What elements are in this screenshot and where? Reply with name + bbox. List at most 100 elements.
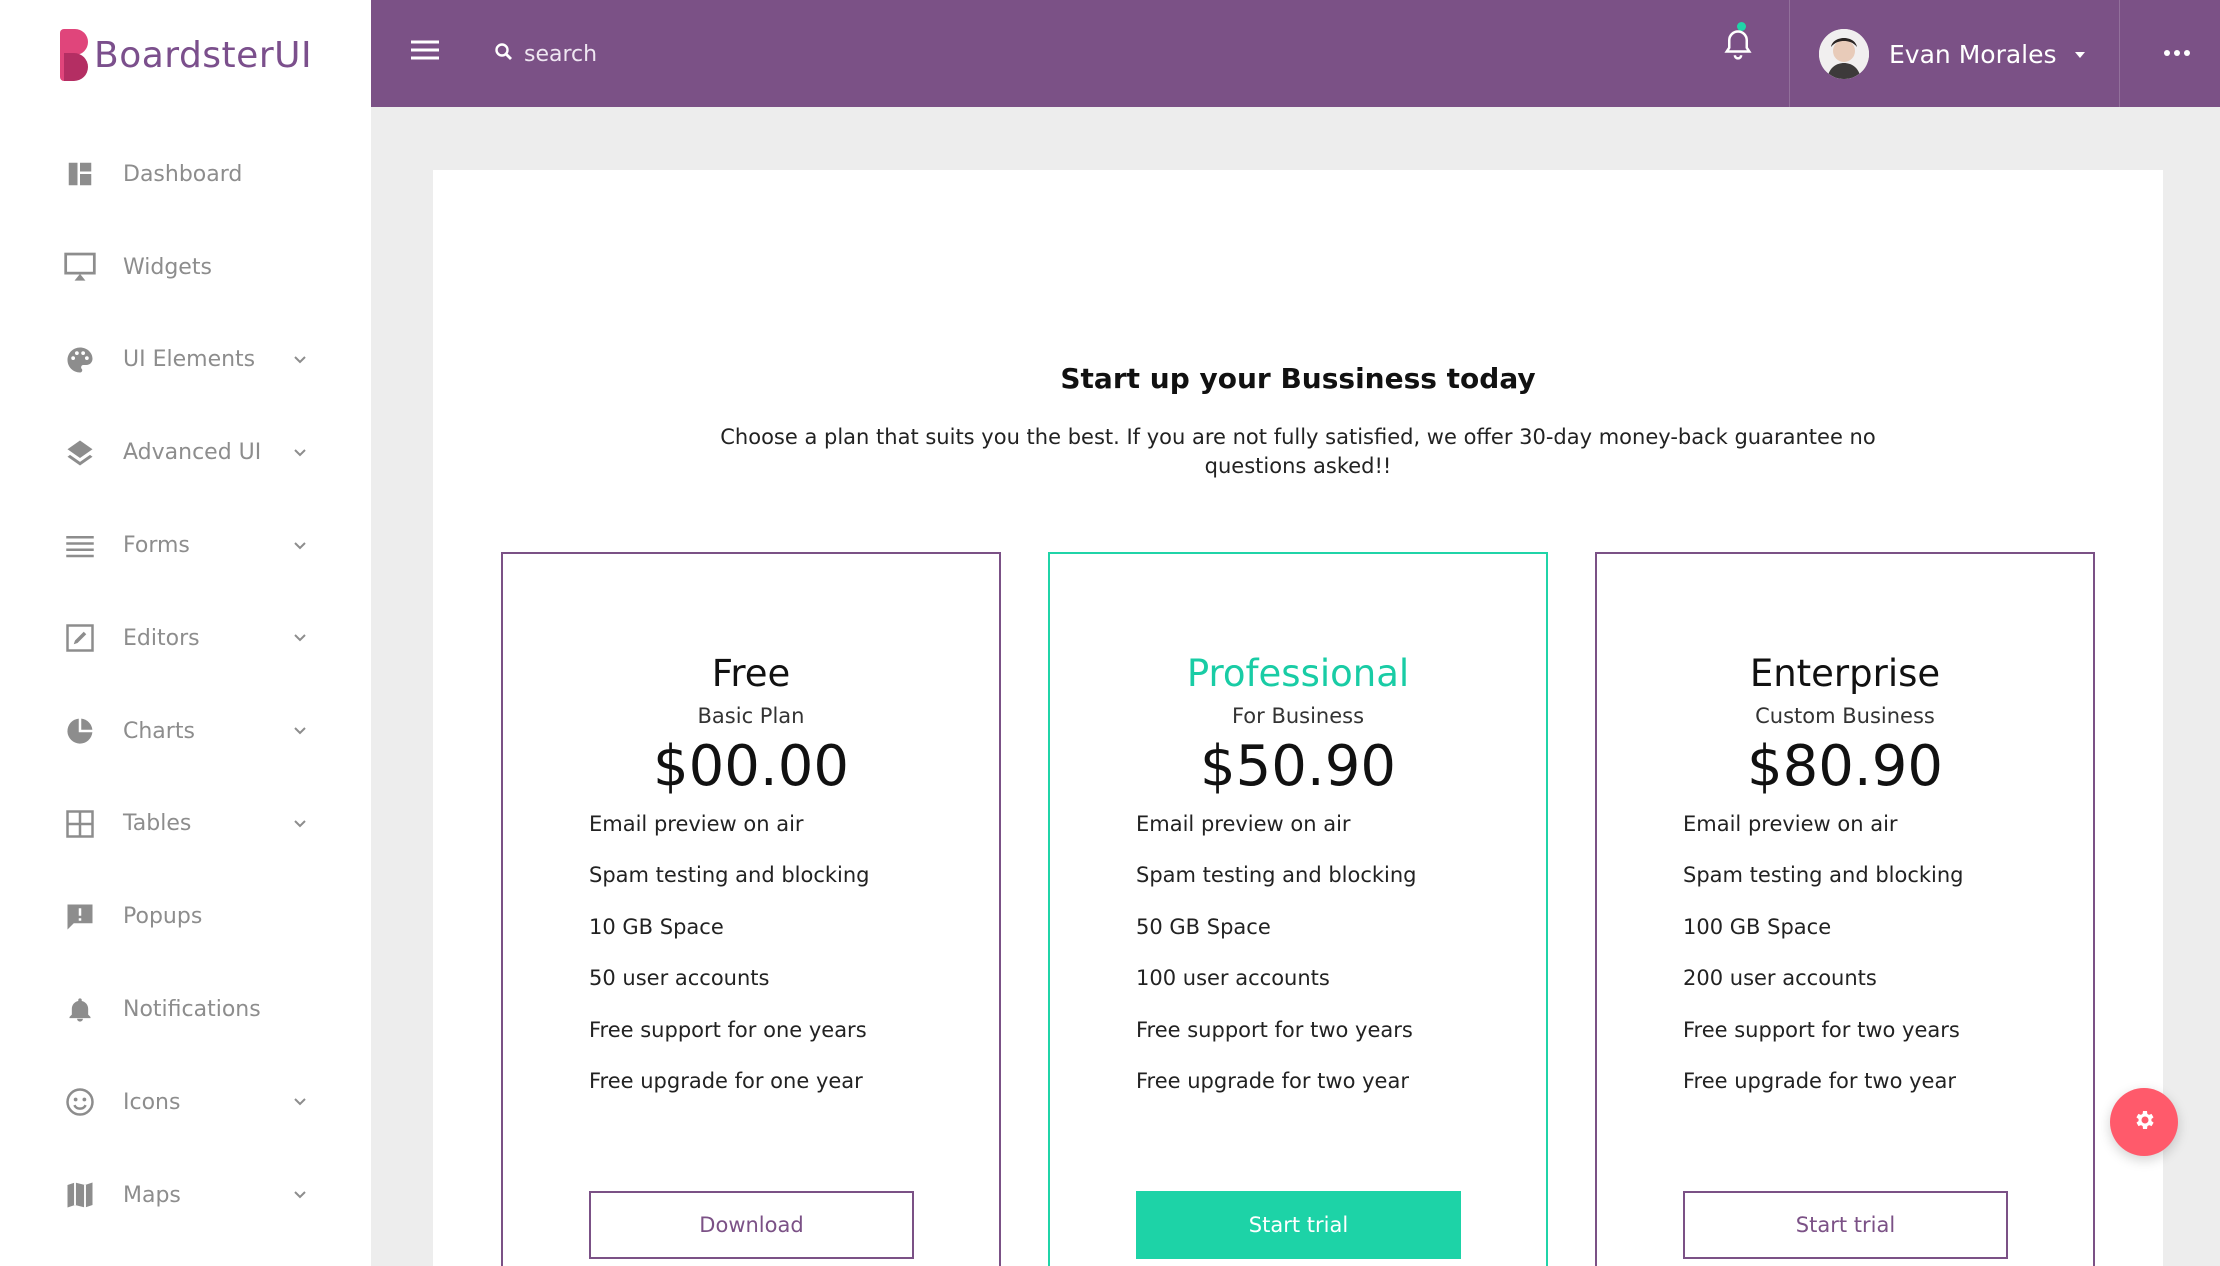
- grid-icon: [63, 807, 97, 841]
- sidebar-item-forms[interactable]: Forms: [0, 499, 371, 592]
- sidebar-item-label: Tables: [123, 811, 192, 837]
- list-icon: [63, 529, 97, 563]
- plan-feature: Free upgrade for one year: [589, 1068, 863, 1093]
- brand-mark-icon: [60, 29, 88, 81]
- sidebar-item-label: Charts: [123, 718, 195, 744]
- hamburger-menu-icon[interactable]: [409, 36, 449, 72]
- plan-feature: Email preview on air: [589, 812, 804, 836]
- plan-card-professional: Professional For Business $50.90 Email p…: [1048, 552, 1548, 1266]
- chevron-down-icon: [290, 350, 310, 370]
- plan-feature: 50 GB Space: [1136, 914, 1271, 939]
- sidebar-nav: Dashboard Widgets UI Elements Advanced U…: [0, 128, 371, 1242]
- plan-feature: Spam testing and blocking: [1683, 863, 1964, 888]
- plan-feature: 100 user accounts: [1136, 966, 1330, 991]
- pricing-card: Start up your Bussiness today Choose a p…: [433, 170, 2163, 1266]
- more-options-icon[interactable]: [2161, 38, 2201, 68]
- sidebar-item-label: Notifications: [123, 997, 261, 1023]
- sidebar-item-label: Widgets: [123, 254, 212, 280]
- plan-feature: 100 GB Space: [1683, 914, 1832, 939]
- plan-card-free: Free Basic Plan $00.00 Email preview on …: [501, 552, 1001, 1266]
- sidebar-item-label: Advanced UI: [123, 440, 262, 466]
- brand-logo[interactable]: BoardsterUI: [60, 28, 312, 82]
- sidebar-item-label: UI Elements: [123, 347, 256, 373]
- sidebar-item-popups[interactable]: Popups: [0, 870, 371, 963]
- sidebar-item-tables[interactable]: Tables: [0, 778, 371, 871]
- bell-icon: [63, 993, 97, 1027]
- plan-feature: Free upgrade for two year: [1136, 1068, 1409, 1093]
- chevron-down-icon: [290, 628, 310, 648]
- plan-feature: Free support for one years: [589, 1017, 867, 1042]
- message-alert-icon: [63, 900, 97, 934]
- sidebar-item-label: Forms: [123, 533, 190, 559]
- plan-card-enterprise: Enterprise Custom Business $80.90 Email …: [1595, 552, 2095, 1266]
- palette-icon: [63, 343, 97, 377]
- plan-feature: Free support for two years: [1136, 1017, 1413, 1042]
- plan-price: $80.90: [1747, 734, 1943, 799]
- plan-feature: 10 GB Space: [589, 914, 724, 939]
- plan-feature: Spam testing and blocking: [589, 863, 870, 888]
- avatar: [1819, 29, 1869, 79]
- map-icon: [63, 1178, 97, 1212]
- pie-chart-icon: [63, 714, 97, 748]
- chevron-down-icon: [290, 536, 310, 556]
- monitor-icon: [63, 250, 97, 284]
- smile-icon: [63, 1085, 97, 1119]
- plan-tagline: For Business: [1231, 704, 1365, 728]
- edit-icon: [63, 621, 97, 655]
- settings-fab-button[interactable]: [2110, 1088, 2178, 1156]
- chevron-down-icon: [290, 443, 310, 463]
- topbar: Evan Morales: [371, 0, 2220, 107]
- sidebar-item-maps[interactable]: Maps: [0, 1149, 371, 1242]
- sidebar-item-label: Icons: [123, 1089, 181, 1115]
- chevron-down-icon: [290, 721, 310, 741]
- layers-icon: [63, 436, 97, 470]
- topbar-divider: [1789, 0, 1790, 107]
- plan-name: Free: [711, 652, 791, 695]
- plan-feature: 200 user accounts: [1683, 966, 1877, 991]
- plan-features: Email preview on air Spam testing and bl…: [589, 799, 870, 1107]
- download-button[interactable]: Download: [589, 1191, 914, 1259]
- plan-features: Email preview on air Spam testing and bl…: [1683, 799, 1964, 1107]
- sidebar-item-dashboard[interactable]: Dashboard: [0, 128, 371, 221]
- plan-feature: Email preview on air: [1683, 812, 1898, 836]
- sidebar-item-ui-elements[interactable]: UI Elements: [0, 314, 371, 407]
- search-bar: [494, 30, 924, 78]
- plan-feature: Free upgrade for two year: [1683, 1068, 1956, 1093]
- sidebar-item-label: Popups: [123, 904, 203, 930]
- page-title: Start up your Bussiness today: [1060, 362, 1536, 395]
- sidebar-item-label: Maps: [123, 1182, 181, 1208]
- dashboard-icon: [63, 157, 97, 191]
- search-icon: [494, 42, 514, 66]
- plan-feature: Email preview on air: [1136, 812, 1351, 836]
- plan-feature: 50 user accounts: [589, 966, 770, 991]
- notifications-bell-icon[interactable]: [1723, 26, 1759, 74]
- sidebar-item-notifications[interactable]: Notifications: [0, 963, 371, 1056]
- start-trial-button[interactable]: Start trial: [1683, 1191, 2008, 1259]
- sidebar-item-label: Editors: [123, 625, 200, 651]
- sidebar-item-advanced-ui[interactable]: Advanced UI: [0, 406, 371, 499]
- sidebar-item-charts[interactable]: Charts: [0, 685, 371, 778]
- plan-features: Email preview on air Spam testing and bl…: [1136, 799, 1417, 1107]
- sidebar-item-editors[interactable]: Editors: [0, 592, 371, 685]
- plan-name: Enterprise: [1749, 652, 1941, 695]
- sidebar-item-widgets[interactable]: Widgets: [0, 221, 371, 314]
- plan-name: Professional: [1186, 652, 1410, 695]
- plan-price: $50.90: [1200, 734, 1396, 799]
- plan-tagline: Custom Business: [1755, 704, 1935, 728]
- sidebar: BoardsterUI Dashboard Widgets UI Element…: [0, 0, 371, 1266]
- gear-icon: [2132, 1108, 2156, 1136]
- search-input[interactable]: [524, 41, 924, 67]
- user-menu[interactable]: Evan Morales: [1819, 26, 2087, 82]
- chevron-down-icon: [290, 1185, 310, 1205]
- page-subtitle: Choose a plan that suits you the best. I…: [720, 425, 1876, 478]
- sidebar-item-label: Dashboard: [123, 161, 243, 187]
- brand-name: BoardsterUI: [94, 34, 313, 76]
- plan-feature: Free support for two years: [1683, 1017, 1960, 1042]
- start-trial-button[interactable]: Start trial: [1136, 1191, 1461, 1259]
- plan-tagline: Basic Plan: [697, 704, 805, 728]
- user-name: Evan Morales: [1889, 39, 2057, 69]
- sidebar-item-icons[interactable]: Icons: [0, 1056, 371, 1149]
- caret-down-icon: [2073, 45, 2087, 64]
- topbar-divider: [2119, 0, 2120, 107]
- plan-feature: Spam testing and blocking: [1136, 863, 1417, 888]
